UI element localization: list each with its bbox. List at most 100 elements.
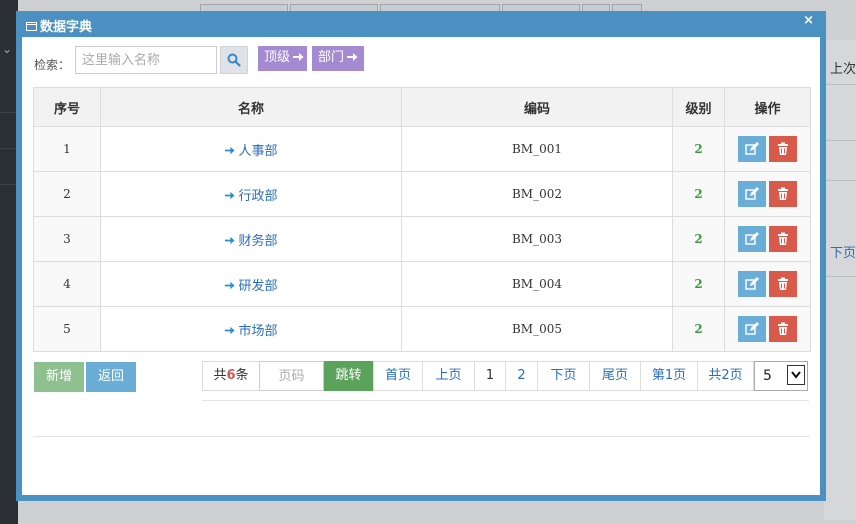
delete-button[interactable] <box>769 271 797 297</box>
window-icon <box>26 22 37 31</box>
row-code: BM_003 <box>401 216 673 262</box>
row-level: 2 <box>672 261 725 307</box>
first-page-link[interactable]: 首页 <box>373 361 423 391</box>
delete-button[interactable] <box>769 181 797 207</box>
arrow-right-icon <box>225 236 236 244</box>
arrow-right-icon <box>293 52 304 61</box>
row-index: 1 <box>33 126 101 172</box>
row-code: BM_001 <box>401 126 673 172</box>
table-row: 2 行政部 BM_002 2 <box>33 171 811 217</box>
row-name: 财务部 <box>100 216 402 262</box>
next-page-link[interactable]: 下页 <box>537 361 590 391</box>
pager-divider <box>202 400 809 401</box>
background-divider <box>824 140 856 141</box>
prev-page-link[interactable]: 上页 <box>422 361 475 391</box>
trash-icon <box>778 187 788 200</box>
background-prev-text: 上次 <box>830 62 856 77</box>
jump-button[interactable]: 跳转 <box>324 361 373 391</box>
modal-header: 数据字典 × <box>16 11 826 37</box>
delete-button[interactable] <box>769 136 797 162</box>
edit-button[interactable] <box>738 316 766 342</box>
row-level: 2 <box>672 216 725 262</box>
row-actions <box>724 126 811 172</box>
background-divider <box>824 180 856 181</box>
row-index: 2 <box>33 171 101 217</box>
data-dictionary-modal: 数据字典 × 检索： 顶级 部门 序号 名称 编码 级别 <box>16 11 826 501</box>
total-count: 6 <box>226 368 236 383</box>
chevron-down-icon <box>787 365 805 385</box>
edit-button[interactable] <box>738 181 766 207</box>
trash-icon <box>778 322 788 335</box>
edit-button[interactable] <box>738 136 766 162</box>
row-level: 2 <box>672 306 725 352</box>
total-records: 共6条 <box>202 361 260 391</box>
level-value: 2 <box>694 142 703 156</box>
total-prefix: 共 <box>213 368 227 383</box>
page-number-input[interactable] <box>259 361 324 391</box>
edit-icon <box>745 142 759 155</box>
level-value: 2 <box>694 277 703 291</box>
row-code: BM_004 <box>401 261 673 307</box>
row-index: 4 <box>33 261 101 307</box>
column-header-code: 编码 <box>401 87 673 127</box>
chevron-down-icon: ⌄ <box>2 42 13 56</box>
back-button[interactable]: 返回 <box>86 362 136 392</box>
add-button[interactable]: 新增 <box>34 362 84 392</box>
edit-button[interactable] <box>738 271 766 297</box>
arrow-right-icon <box>225 281 236 289</box>
arrow-right-icon <box>225 191 236 199</box>
row-actions <box>724 261 811 307</box>
row-name: 人事部 <box>100 126 402 172</box>
page-size-select[interactable]: 5 <box>754 361 808 391</box>
edit-icon <box>745 187 759 200</box>
page-link-1[interactable]: 1 <box>474 361 506 391</box>
department-link[interactable]: 市场部 <box>224 324 278 339</box>
arrow-right-icon <box>225 146 236 154</box>
department-name: 行政部 <box>238 188 278 204</box>
department-link[interactable]: 财务部 <box>224 234 278 249</box>
total-suffix: 条 <box>235 368 249 383</box>
page-link-2[interactable]: 2 <box>505 361 538 391</box>
department-button[interactable]: 部门 <box>312 46 364 71</box>
background-divider <box>824 84 856 85</box>
edit-icon <box>745 277 759 290</box>
row-name: 研发部 <box>100 261 402 307</box>
column-header-actions: 操作 <box>724 87 811 127</box>
table-row: 5 市场部 BM_005 2 <box>33 306 811 352</box>
delete-button[interactable] <box>769 316 797 342</box>
delete-button[interactable] <box>769 226 797 252</box>
search-button[interactable] <box>220 46 248 74</box>
row-actions <box>724 306 811 352</box>
row-code: BM_005 <box>401 306 673 352</box>
top-level-button[interactable]: 顶级 <box>258 46 307 71</box>
department-link[interactable]: 行政部 <box>224 188 278 204</box>
level-value: 2 <box>694 187 703 201</box>
trash-icon <box>778 277 788 290</box>
column-header-index: 序号 <box>33 87 101 127</box>
trash-icon <box>778 142 788 155</box>
search-input[interactable] <box>75 46 217 74</box>
row-code: BM_002 <box>401 171 673 217</box>
search-label: 检索： <box>34 58 71 72</box>
table-row: 3 财务部 BM_003 2 <box>33 216 811 262</box>
background-divider <box>824 276 856 277</box>
last-page-link[interactable]: 尾页 <box>589 361 641 391</box>
edit-button[interactable] <box>738 226 766 252</box>
arrow-right-icon <box>225 326 236 334</box>
row-index: 5 <box>33 306 101 352</box>
column-header-name: 名称 <box>100 87 402 127</box>
top-level-label: 顶级 <box>264 50 291 65</box>
row-name: 市场部 <box>100 306 402 352</box>
department-link[interactable]: 人事部 <box>224 144 278 159</box>
department-name: 研发部 <box>238 278 278 294</box>
close-icon[interactable]: × <box>803 13 814 28</box>
edit-icon <box>745 322 759 335</box>
row-actions <box>724 216 811 262</box>
modal-title: 数据字典 <box>26 16 92 35</box>
row-index: 3 <box>33 216 101 262</box>
current-page-indicator: 第1页 <box>640 361 698 391</box>
row-level: 2 <box>672 126 725 172</box>
department-link[interactable]: 研发部 <box>224 278 278 294</box>
trash-icon <box>778 232 788 245</box>
table-row: 1 人事部 BM_001 2 <box>33 126 811 172</box>
